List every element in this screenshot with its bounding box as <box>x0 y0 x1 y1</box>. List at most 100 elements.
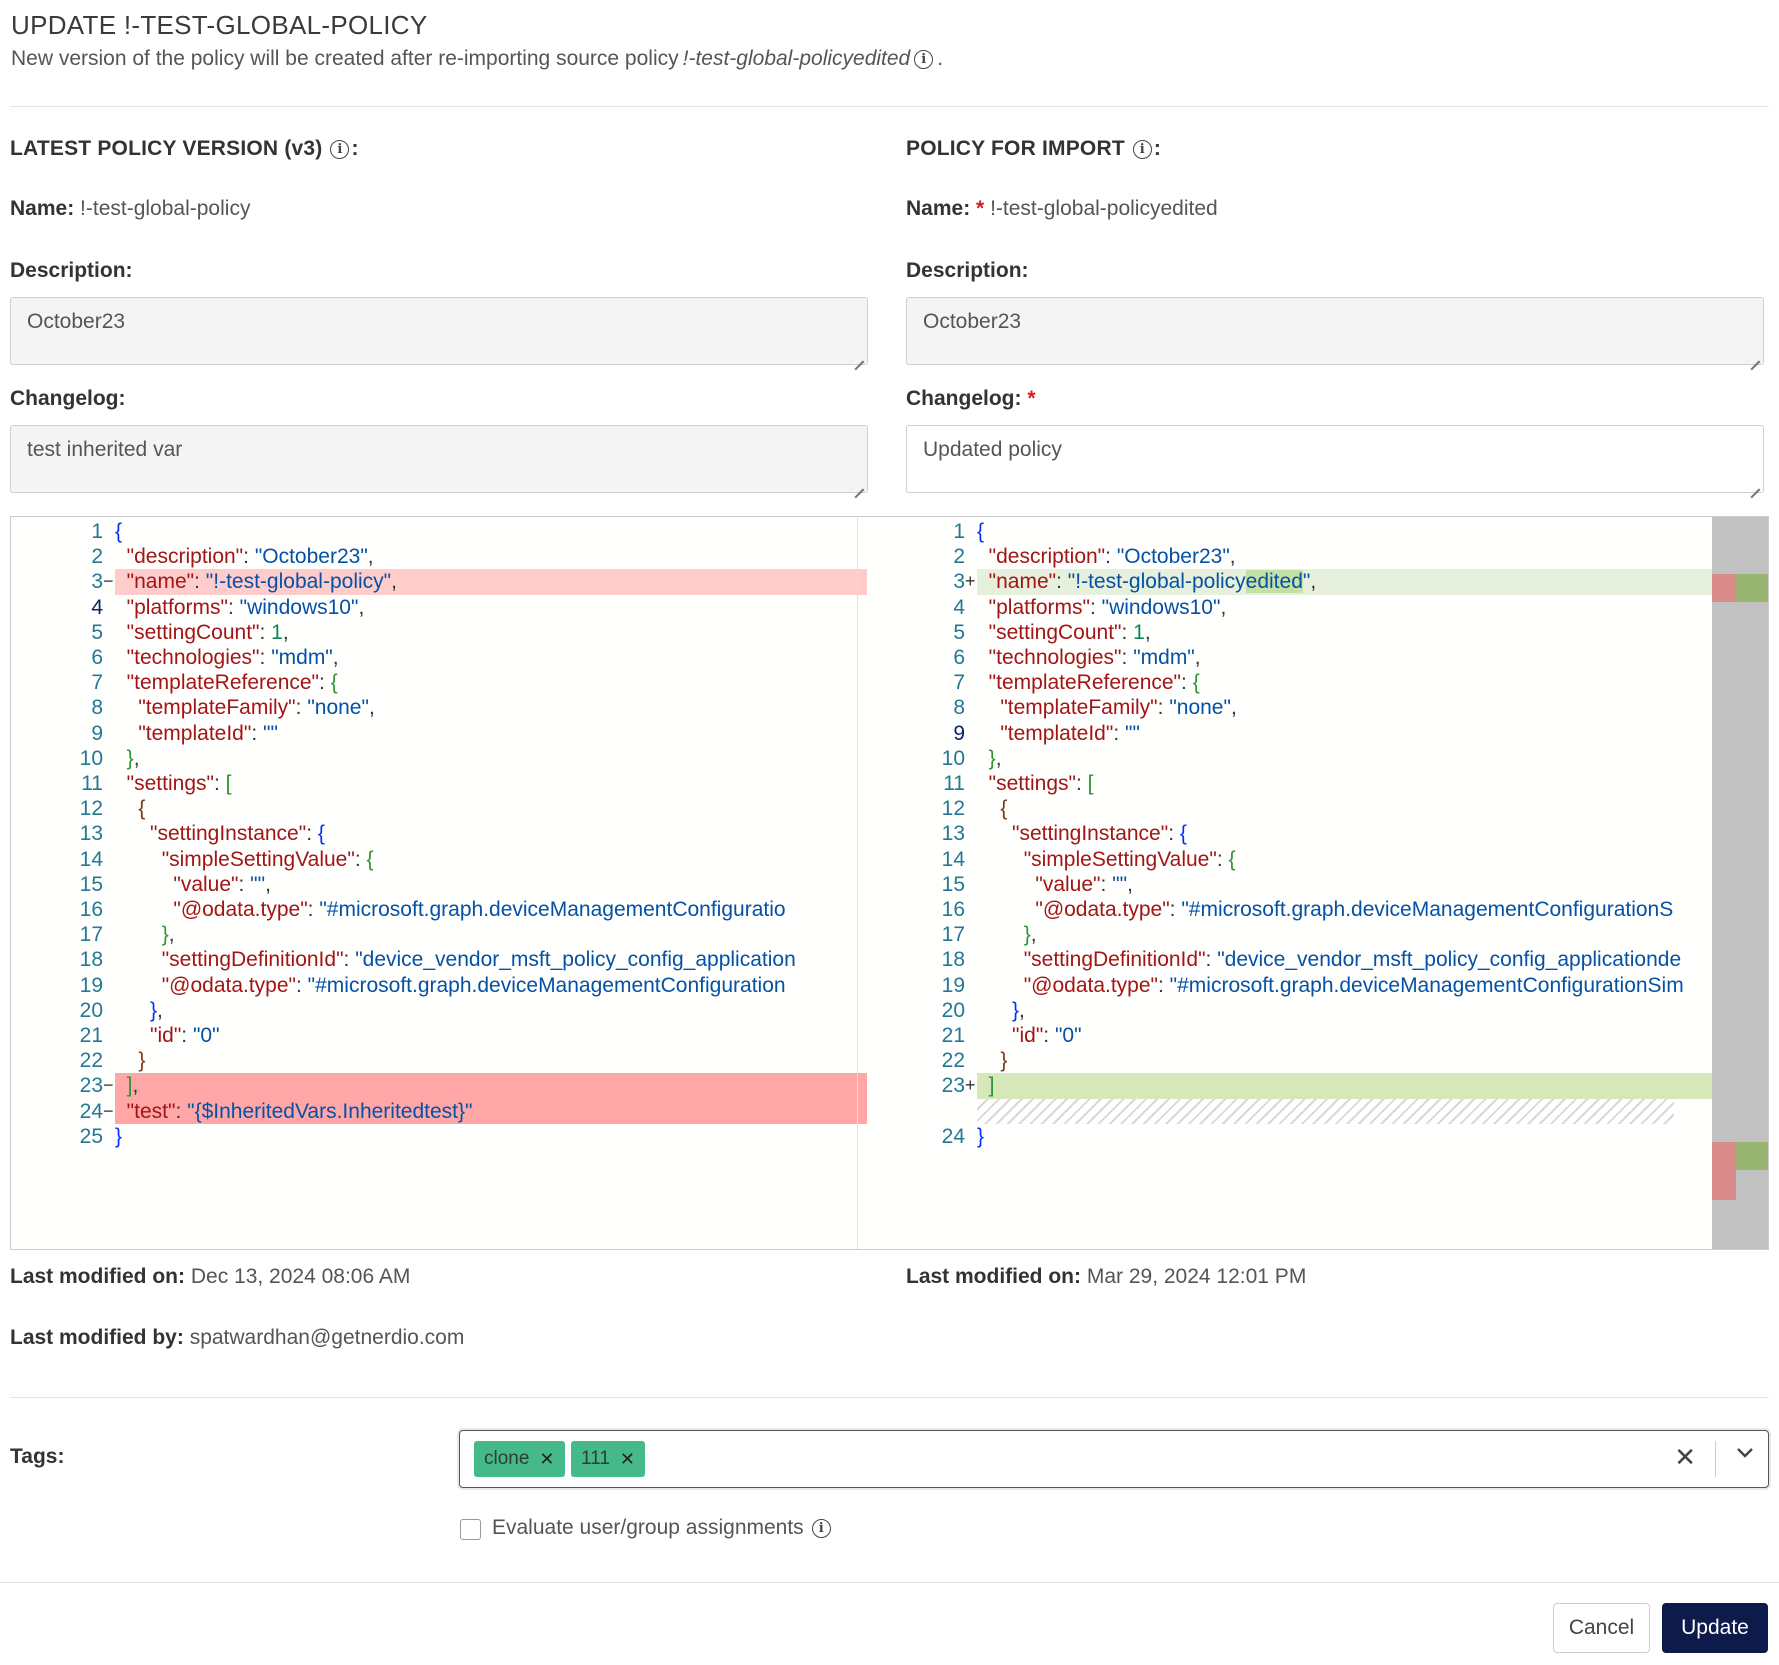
code-line[interactable]: 14 "simpleSettingValue": { <box>11 847 867 872</box>
evaluate-assignments-label[interactable]: Evaluate user/group assignments <box>492 1516 804 1540</box>
line-number: 19 <box>79 973 103 997</box>
code-line[interactable]: 4 "platforms": "windows10", <box>873 595 1734 620</box>
added-line-highlight <box>977 1073 1734 1099</box>
code-line[interactable]: 8 "templateFamily": "none", <box>11 695 867 720</box>
code-line[interactable]: 18 "settingDefinitionId": "device_vendor… <box>873 947 1734 972</box>
code-line[interactable]: 7 "templateReference": { <box>873 670 1734 695</box>
code-text: "templateReference": { <box>126 671 338 695</box>
code-line[interactable]: 9 "templateId": "" <box>873 721 1734 746</box>
code-line[interactable]: 10 }, <box>873 746 1734 771</box>
code-line[interactable]: 23− ], <box>11 1073 867 1099</box>
line-number: 22 <box>941 1049 965 1073</box>
code-line[interactable]: 6 "technologies": "mdm", <box>11 645 867 670</box>
code-line[interactable]: 6 "technologies": "mdm", <box>873 645 1734 670</box>
right-changelog-value: Updated policy <box>923 438 1062 461</box>
code-line[interactable]: 13 "settingInstance": { <box>873 821 1734 846</box>
code-line[interactable]: 22 } <box>11 1048 867 1073</box>
code-text: } <box>977 1124 985 1148</box>
code-text: ] <box>988 1074 995 1098</box>
code-line[interactable]: 2 "description": "October23", <box>11 544 867 569</box>
code-line[interactable]: 12 { <box>873 796 1734 821</box>
evaluate-assignments-checkbox[interactable] <box>460 1519 481 1540</box>
code-text: "templateId": "" <box>138 721 278 745</box>
code-text: { <box>115 520 123 543</box>
code-line[interactable]: 24} <box>873 1124 1734 1149</box>
right-description-field[interactable]: October23 <box>906 297 1764 365</box>
left-last-modified-by-value: spatwardhan@getnerdio.com <box>189 1326 465 1349</box>
resize-grip-icon[interactable] <box>1750 351 1760 361</box>
info-icon[interactable]: i <box>914 49 934 69</box>
right-changelog-field[interactable]: Updated policy <box>906 425 1764 493</box>
remove-tag-icon[interactable]: ✕ <box>539 1449 554 1470</box>
resize-grip-icon[interactable] <box>854 351 864 361</box>
left-description-field[interactable]: October23 <box>10 297 868 365</box>
cancel-button[interactable]: Cancel <box>1553 1603 1650 1653</box>
tags-select[interactable]: clone ✕ 111 ✕ ✕ <box>459 1430 1769 1488</box>
modified-pane[interactable]: 1{2 "description": "October23", 3 + "name"… <box>873 517 1734 1249</box>
original-pane[interactable]: 1{2 "description": "October23", 3− "name"… <box>11 517 867 1249</box>
ruler-add-marker <box>1736 574 1768 602</box>
left-name-label: Name: <box>10 197 75 220</box>
code-line[interactable]: 3− "name": "!-test-global-policy", <box>11 569 867 595</box>
code-line[interactable]: 12 { <box>11 796 867 821</box>
info-icon[interactable]: i <box>811 1518 831 1538</box>
code-line[interactable]: 24− "test": "{$InheritedVars.Inheritedte… <box>11 1098 867 1124</box>
code-line[interactable]: 2 "description": "October23", <box>873 544 1734 569</box>
code-text: "value": "", <box>173 872 271 896</box>
code-line[interactable]: 15 "value": "", <box>873 872 1734 897</box>
code-text: "settingInstance": { <box>150 822 325 846</box>
code-line[interactable]: 10 }, <box>11 746 867 771</box>
code-line[interactable]: 21 "id": "0" <box>873 1023 1734 1048</box>
code-line[interactable]: 9 "templateId": "" <box>11 721 867 746</box>
code-text: }, <box>126 746 140 770</box>
code-line[interactable]: 18 "settingDefinitionId": "device_vendor… <box>11 947 867 972</box>
code-line[interactable]: 11 "settings": [ <box>11 771 867 796</box>
right-last-modified-on-value: Mar 29, 2024 12:01 PM <box>1086 1265 1307 1288</box>
code-line[interactable]: 20 }, <box>873 998 1734 1023</box>
code-line[interactable]: 17 }, <box>873 922 1734 947</box>
left-last-modified-by-label: Last modified by: <box>10 1326 184 1349</box>
code-line[interactable]: 7 "templateReference": { <box>11 670 867 695</box>
code-line[interactable]: 23 + ] <box>873 1073 1734 1099</box>
resize-grip-icon[interactable] <box>1750 479 1760 489</box>
code-line[interactable]: 25} <box>11 1124 867 1149</box>
code-line[interactable]: 20 }, <box>11 998 867 1023</box>
code-line[interactable]: 5 "settingCount": 1, <box>11 620 867 645</box>
line-number: 9 <box>953 721 965 745</box>
code-line[interactable]: 11 "settings": [ <box>873 771 1734 796</box>
clear-icon[interactable]: ✕ <box>1674 1442 1696 1473</box>
code-line[interactable]: 21 "id": "0" <box>11 1023 867 1048</box>
resize-grip-icon[interactable] <box>854 479 864 489</box>
code-line[interactable]: 5 "settingCount": 1, <box>873 620 1734 645</box>
code-line[interactable]: 19 "@odata.type": "#microsoft.graph.devi… <box>873 973 1734 998</box>
code-line[interactable]: 14 "simpleSettingValue": { <box>873 847 1734 872</box>
line-number: 10 <box>79 746 103 770</box>
code-text: }, <box>1012 998 1025 1022</box>
line-number: 10 <box>941 746 965 770</box>
remove-tag-icon[interactable]: ✕ <box>620 1449 635 1470</box>
code-line[interactable]: 17 }, <box>11 922 867 947</box>
code-line[interactable]: 16 "@odata.type": "#microsoft.graph.devi… <box>11 897 867 922</box>
code-line[interactable]: 4 "platforms": "windows10", <box>11 595 867 620</box>
code-line[interactable]: 1{ <box>873 519 1734 544</box>
info-icon[interactable]: i <box>330 139 350 159</box>
code-line[interactable]: 8 "templateFamily": "none", <box>873 695 1734 720</box>
left-changelog-field[interactable]: test inherited var <box>10 425 868 493</box>
overview-ruler[interactable] <box>1712 517 1768 1249</box>
subtitle-period: . <box>937 47 944 70</box>
line-number: 17 <box>79 923 103 947</box>
code-line[interactable]: 19 "@odata.type": "#microsoft.graph.devi… <box>11 973 867 998</box>
code-line[interactable]: 13 "settingInstance": { <box>11 821 867 846</box>
chevron-down-icon[interactable] <box>1734 1441 1756 1469</box>
diff-filler-row[interactable] <box>873 1098 1734 1124</box>
info-icon[interactable]: i <box>1132 139 1152 159</box>
code-line[interactable]: 22 } <box>873 1048 1734 1073</box>
code-text: { <box>1000 797 1008 821</box>
diff-editor[interactable]: 1{2 "description": "October23", 3− "name"… <box>10 516 1769 1250</box>
code-line[interactable]: 15 "value": "", <box>11 872 867 897</box>
code-line[interactable]: 16 "@odata.type": "#microsoft.graph.devi… <box>873 897 1734 922</box>
code-line[interactable]: 1{ <box>11 519 867 544</box>
update-button[interactable]: Update <box>1662 1603 1768 1653</box>
code-line[interactable]: 3 + "name": "!-test-global-policyedited", <box>873 569 1734 595</box>
right-description-label: Description: <box>906 259 1029 282</box>
